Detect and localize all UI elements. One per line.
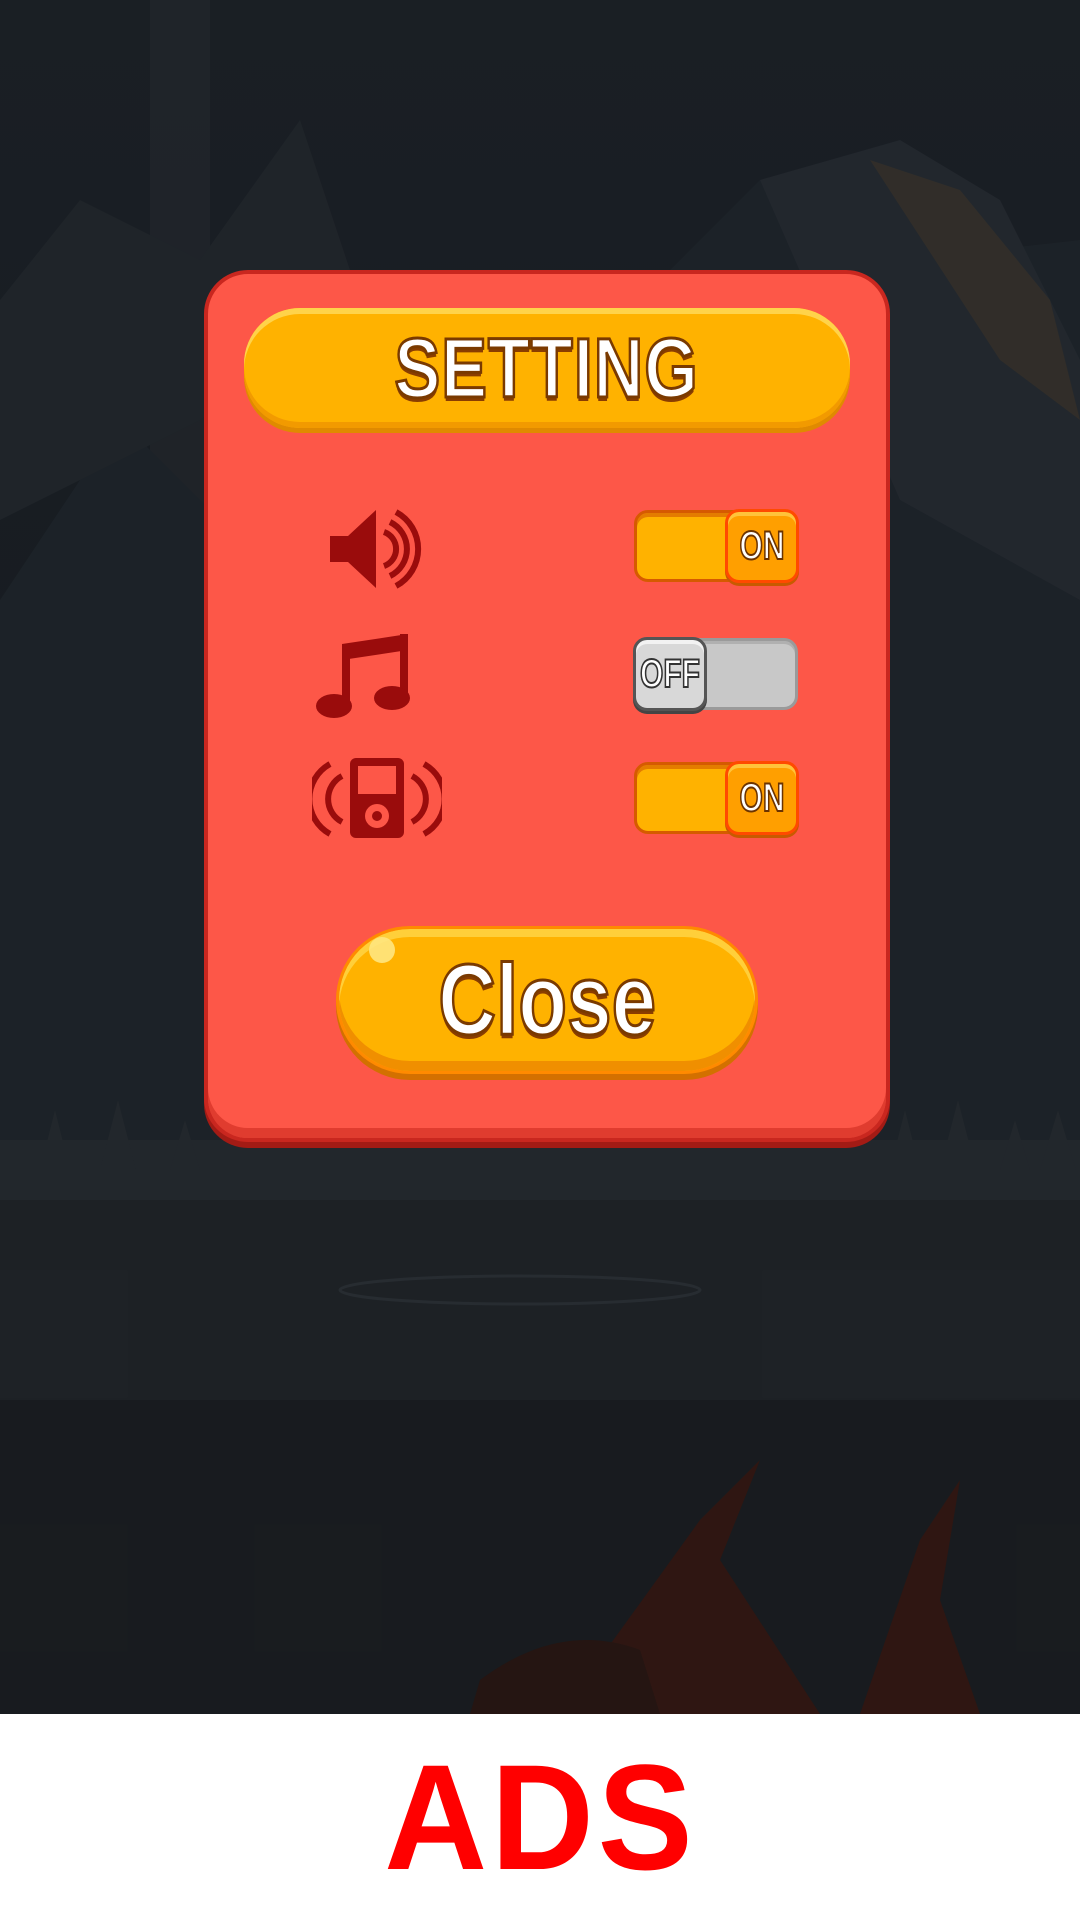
ad-banner[interactable]: ADS — [0, 1714, 1080, 1920]
setting-row-vibration: ON — [208, 754, 886, 844]
title-banner: SETTING — [244, 308, 850, 428]
vibration-toggle-label: ON — [739, 775, 786, 821]
sound-toggle-label: ON — [739, 523, 786, 569]
ad-banner-label: ADS — [383, 1732, 697, 1901]
setting-row-music: OFF — [208, 630, 886, 720]
sound-toggle[interactable]: ON — [634, 509, 799, 583]
vibration-toggle[interactable]: ON — [634, 761, 799, 835]
button-shine — [369, 937, 395, 963]
dialog-title: SETTING — [394, 319, 700, 416]
setting-row-sound: ON — [208, 502, 886, 592]
music-toggle-label: OFF — [639, 651, 701, 697]
close-button-label: Close — [437, 942, 657, 1057]
music-toggle-knob: OFF — [633, 637, 707, 711]
settings-dialog: SETTING ON OFF ON Close — [204, 270, 890, 1142]
close-button[interactable]: Close — [336, 926, 758, 1074]
music-note-icon — [316, 634, 410, 718]
vibration-icon — [312, 758, 442, 838]
speaker-icon — [330, 509, 422, 589]
vibration-toggle-knob: ON — [725, 761, 799, 835]
music-toggle[interactable]: OFF — [633, 637, 798, 711]
sound-toggle-knob: ON — [725, 509, 799, 583]
